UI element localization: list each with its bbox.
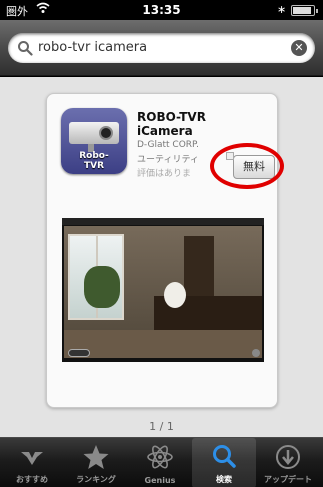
screenshot-status-bar	[62, 218, 264, 225]
clear-search-icon[interactable]: ✕	[291, 40, 307, 56]
bluetooth-icon: ∗	[277, 3, 287, 16]
tab-label: おすすめ	[16, 475, 48, 484]
battery-icon	[291, 5, 318, 16]
tab-genius[interactable]: Genius	[128, 438, 192, 487]
search-input[interactable]: robo-tvr icamera ✕	[8, 33, 315, 63]
red-highlight-circle	[210, 143, 284, 189]
app-name[interactable]: ROBO-TVR iCamera	[137, 110, 206, 138]
info-icon	[252, 349, 260, 357]
tab-ranking[interactable]: ランキング	[64, 438, 128, 487]
camera-view-image	[64, 226, 262, 358]
tab-label: Genius	[144, 476, 176, 485]
tab-bar: おすすめ ランキング Genius 検索 アップデート	[0, 437, 323, 487]
tab-updates[interactable]: アップデート	[256, 438, 320, 487]
magnifier-icon	[17, 40, 33, 56]
app-icon-logo: Robo- TVR	[79, 151, 109, 171]
featured-icon	[21, 452, 43, 465]
search-header: robo-tvr icamera ✕	[0, 20, 323, 76]
rating-text: 評価はありま	[137, 169, 192, 179]
search-query-text: robo-tvr icamera	[38, 40, 148, 55]
status-bar: 圏外 13:35 ∗	[0, 0, 323, 20]
app-screenshot-preview[interactable]	[62, 218, 264, 362]
star-icon	[83, 445, 109, 469]
tab-search[interactable]: 検索	[192, 438, 256, 487]
search-results-area: Robo- TVR ROBO-TVR iCamera D-Glatt CORP.…	[0, 77, 323, 437]
tab-label: アップデート	[264, 475, 312, 484]
screenshot-pill-control	[68, 349, 90, 357]
clock: 13:35	[142, 3, 181, 17]
page-indicator: 1 / 1	[149, 420, 174, 433]
app-category: ユーティリティ	[137, 155, 199, 165]
tab-label: ランキング	[76, 475, 116, 484]
app-result-card[interactable]: Robo- TVR ROBO-TVR iCamera D-Glatt CORP.…	[46, 93, 284, 408]
genius-atom-icon	[147, 445, 173, 469]
tab-label: 検索	[216, 475, 232, 484]
download-arrow-icon	[276, 445, 300, 469]
tab-featured[interactable]: おすすめ	[0, 438, 64, 487]
app-icon[interactable]: Robo- TVR	[61, 108, 127, 174]
search-icon	[213, 445, 236, 468]
developer-name: D-Glatt CORP.	[137, 140, 199, 150]
